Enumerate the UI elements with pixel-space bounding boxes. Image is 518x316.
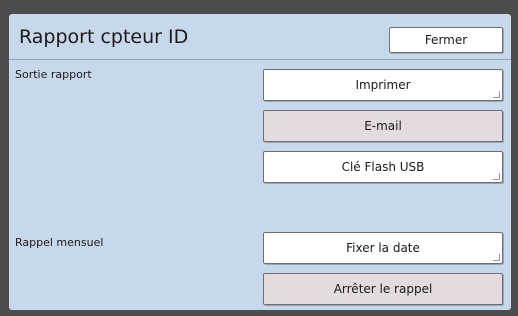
report-output-label: Sortie rapport	[15, 68, 92, 81]
resize-grip-icon	[493, 254, 500, 261]
print-button-label: Imprimer	[355, 78, 411, 92]
stop-reminder-button[interactable]: Arrêter le rappel	[263, 273, 503, 305]
resize-grip-icon	[493, 173, 500, 180]
close-button[interactable]: Fermer	[389, 27, 503, 53]
email-button[interactable]: E-mail	[263, 110, 503, 142]
usb-flash-button-label: Clé Flash USB	[341, 160, 425, 174]
resize-grip-icon	[493, 91, 500, 98]
close-button-label: Fermer	[424, 33, 468, 47]
window-frame: Rapport cpteur ID Fermer Sortie rapport …	[0, 0, 518, 316]
set-date-button[interactable]: Fixer la date	[263, 232, 503, 264]
email-button-label: E-mail	[364, 119, 402, 133]
report-dialog: Rapport cpteur ID Fermer Sortie rapport …	[9, 14, 511, 310]
stop-reminder-button-label: Arrêter le rappel	[333, 282, 433, 296]
set-date-button-label: Fixer la date	[346, 241, 420, 255]
monthly-reminder-label: Rappel mensuel	[15, 236, 104, 249]
usb-flash-button[interactable]: Clé Flash USB	[263, 151, 503, 183]
dialog-header: Rapport cpteur ID Fermer	[9, 14, 511, 60]
dialog-title: Rapport cpteur ID	[19, 26, 189, 48]
print-button[interactable]: Imprimer	[263, 69, 503, 101]
